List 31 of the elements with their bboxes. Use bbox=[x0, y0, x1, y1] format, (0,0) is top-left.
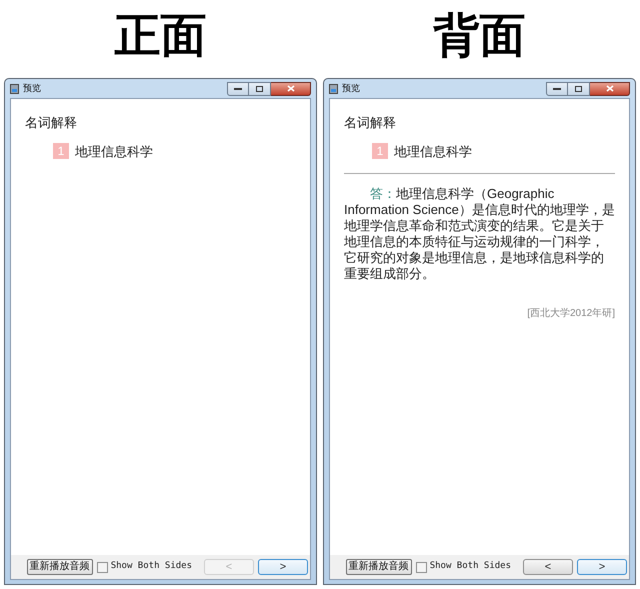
maximize-button[interactable] bbox=[249, 82, 271, 96]
question-category: 名词解释 bbox=[25, 114, 78, 132]
close-icon bbox=[286, 85, 294, 92]
side-heading: 背面 bbox=[432, 6, 526, 64]
checkbox-label: Show Both Sides bbox=[110, 560, 192, 574]
next-button[interactable]: > bbox=[258, 559, 308, 575]
window-title: 预览 bbox=[342, 82, 360, 95]
close-button[interactable] bbox=[271, 82, 311, 96]
show-both-sides-checkbox[interactable] bbox=[416, 562, 427, 572]
minimize-button[interactable] bbox=[227, 82, 249, 96]
maximize-button[interactable] bbox=[568, 82, 590, 96]
show-both-sides-checkbox[interactable] bbox=[96, 562, 108, 572]
term-text: 地理信息科学 bbox=[394, 142, 472, 160]
source-note: [西北大学2012年研] bbox=[527, 306, 615, 321]
number-badge: 1 bbox=[53, 143, 69, 160]
previous-button[interactable]: < bbox=[523, 559, 573, 575]
question-category: 名词解释 bbox=[344, 114, 397, 132]
next-button[interactable]: > bbox=[577, 559, 627, 575]
number-badge: 1 bbox=[372, 143, 388, 160]
app-icon bbox=[329, 84, 338, 94]
app-icon bbox=[10, 84, 19, 94]
replay-audio-button[interactable]: 重新播放音频 bbox=[26, 559, 93, 575]
answer-text: 答：地理信息科学（Geographic Information Science）是信息时代的地理学，是地理学信息革命和范式演变的结果。它是关于地理信息的本质特征与运动规律的一门科学，它研究的对象是地理信息，是地球信息科学的重要组成部分。 bbox=[344, 186, 615, 282]
close-icon bbox=[606, 85, 614, 92]
close-button[interactable] bbox=[590, 82, 630, 96]
side-heading: 正面 bbox=[114, 6, 208, 64]
minimize-button[interactable] bbox=[546, 82, 568, 96]
replay-audio-button[interactable]: 重新播放音频 bbox=[346, 559, 412, 575]
checkbox-label: Show Both Sides bbox=[430, 560, 511, 574]
window-title: 预览 bbox=[23, 82, 41, 95]
term-text: 地理信息科学 bbox=[75, 142, 153, 160]
